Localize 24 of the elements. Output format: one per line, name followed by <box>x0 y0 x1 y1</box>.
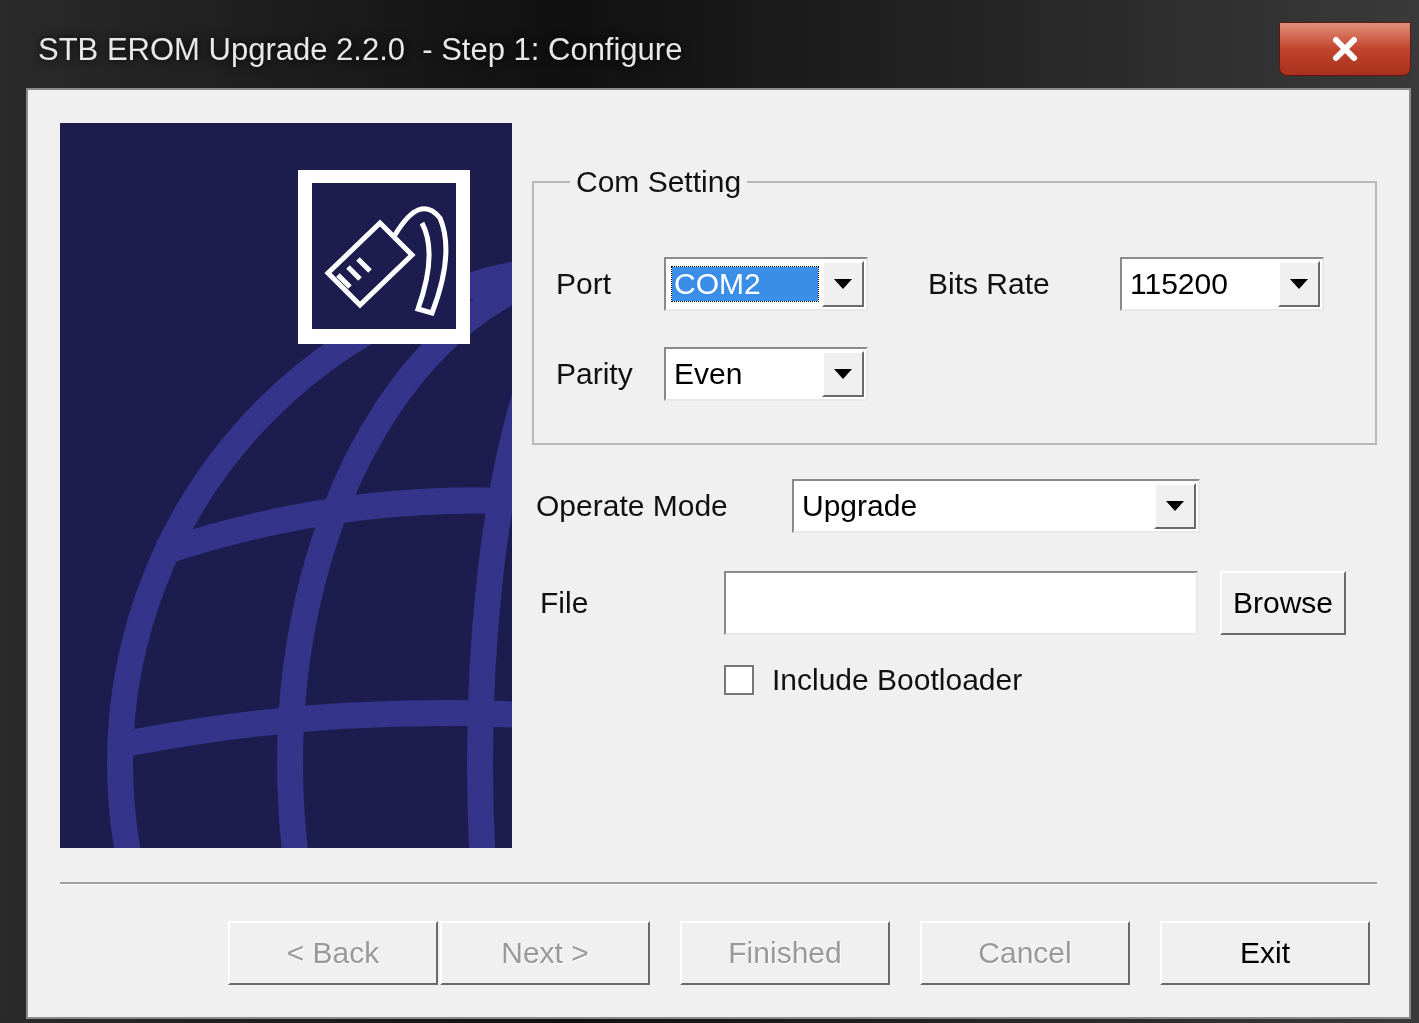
field-label: Operate Mode <box>536 489 729 523</box>
dropdown-button[interactable] <box>822 261 864 307</box>
window-title: STB EROM Upgrade 2.2.0 - Step 1: Configure <box>38 32 683 68</box>
dropdown-button[interactable] <box>1154 483 1196 529</box>
field-label: File <box>540 586 590 620</box>
dropdown-field[interactable]: Even <box>664 347 868 401</box>
dropdown-field[interactable]: 115200 <box>1120 257 1324 311</box>
dropdown-field[interactable]: Upgrade <box>792 479 1200 533</box>
browse-button[interactable]: Browse <box>1220 571 1346 635</box>
close-button[interactable] <box>1279 22 1411 76</box>
dropdown-button[interactable] <box>822 351 864 397</box>
field-label: Port <box>556 267 613 301</box>
field-label: Bits Rate <box>928 267 1051 301</box>
dropdown-arrow-icon <box>834 369 852 379</box>
file-path-field[interactable] <box>724 571 1198 635</box>
dropdown-arrow-icon <box>834 279 852 289</box>
wizard-button[interactable]: Exit <box>1160 921 1370 985</box>
checkbox-label: Include Bootloader <box>772 663 1023 697</box>
dropdown-arrow-icon <box>1290 279 1308 289</box>
field-label: Parity <box>556 357 634 391</box>
checkbox[interactable] <box>724 665 754 695</box>
dropdown-button[interactable] <box>1278 261 1320 307</box>
dropdown-arrow-icon <box>1166 501 1184 511</box>
group-title: Com Setting <box>575 165 743 199</box>
